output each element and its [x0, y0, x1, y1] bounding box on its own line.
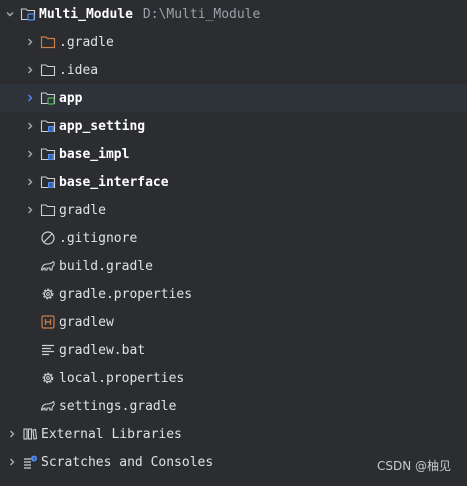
folder-icon — [40, 202, 56, 218]
project-module-icon — [20, 6, 36, 22]
properties-gear-icon — [40, 286, 56, 302]
chevron-right-icon[interactable] — [6, 428, 18, 440]
tree-row-base-interface[interactable]: base_interface — [0, 168, 467, 196]
chevron-right-icon[interactable] — [24, 64, 36, 76]
tree-item-label: gradlew — [59, 314, 114, 330]
tree-item-label: .gradle — [59, 34, 114, 50]
chevron-right-icon[interactable] — [24, 148, 36, 160]
chevron-right-icon[interactable] — [24, 176, 36, 188]
chevron-right-icon[interactable] — [24, 36, 36, 48]
text-file-icon — [40, 342, 56, 358]
tree-row-gradlew[interactable]: gradlew — [0, 308, 467, 336]
tree-row-gitignore[interactable]: .gitignore — [0, 224, 467, 252]
chevron-right-icon[interactable] — [6, 456, 18, 468]
tree-item-label: Scratches and Consoles — [41, 454, 214, 470]
tree-item-label: External Libraries — [41, 426, 182, 442]
gradle-elephant-icon — [40, 398, 56, 414]
tree-item-label: app_setting — [59, 118, 146, 134]
tree-item-label: base_interface — [59, 174, 169, 190]
tree-row-build-gradle[interactable]: build.gradle — [0, 252, 467, 280]
tree-row-external-libraries[interactable]: External Libraries — [0, 420, 467, 448]
folder-icon — [40, 62, 56, 78]
module-folder-icon — [40, 90, 56, 106]
library-icon — [22, 426, 38, 442]
library-module-folder-icon — [40, 146, 56, 162]
chevron-right-icon[interactable] — [24, 120, 36, 132]
library-module-folder-icon — [40, 174, 56, 190]
tree-row-idea[interactable]: .idea — [0, 56, 467, 84]
shell-script-icon — [40, 314, 56, 330]
tree-item-label: gradle.properties — [59, 286, 193, 302]
tree-row-settings-gradle[interactable]: settings.gradle — [0, 392, 467, 420]
tree-row-gradle-properties[interactable]: gradle.properties — [0, 280, 467, 308]
tree-row-base-impl[interactable]: base_impl — [0, 140, 467, 168]
project-root-name: Multi_Module — [39, 6, 133, 22]
scratches-icon — [22, 454, 38, 470]
gradle-elephant-icon — [40, 258, 56, 274]
ignore-file-icon — [40, 230, 56, 246]
tree-row-app-setting[interactable]: app_setting — [0, 112, 467, 140]
tree-row-gradle-cache[interactable]: .gradle — [0, 28, 467, 56]
tree-item-label: gradle — [59, 202, 106, 218]
tree-row-gradlew-bat[interactable]: gradlew.bat — [0, 336, 467, 364]
tree-row-local-properties[interactable]: local.properties — [0, 364, 467, 392]
tree-row-gradle-folder[interactable]: gradle — [0, 196, 467, 224]
project-tool-window: Multi_Module D:\Multi_Module .gradle .id… — [0, 0, 467, 486]
tree-row-root[interactable]: Multi_Module D:\Multi_Module — [0, 0, 467, 28]
library-module-folder-icon — [40, 118, 56, 134]
tree-item-label: .idea — [59, 62, 99, 78]
tree-item-label: base_impl — [59, 146, 130, 162]
properties-gear-icon — [40, 370, 56, 386]
folder-icon-orange — [40, 34, 56, 50]
tree-item-label: .gitignore — [59, 230, 138, 246]
tree-item-label: local.properties — [59, 370, 185, 386]
chevron-down-icon[interactable] — [4, 8, 16, 20]
tree-row-app[interactable]: app — [0, 84, 467, 112]
tree-item-label: app — [59, 90, 83, 106]
watermark: CSDN @柚见 — [376, 459, 451, 473]
tree-item-label: build.gradle — [59, 258, 153, 274]
project-root-path: D:\Multi_Module — [142, 6, 261, 22]
chevron-right-icon[interactable] — [24, 92, 36, 104]
tree-item-label: settings.gradle — [59, 398, 177, 414]
project-tree: Multi_Module D:\Multi_Module .gradle .id… — [0, 0, 467, 476]
tree-item-label: gradlew.bat — [59, 342, 146, 358]
chevron-right-icon[interactable] — [24, 204, 36, 216]
